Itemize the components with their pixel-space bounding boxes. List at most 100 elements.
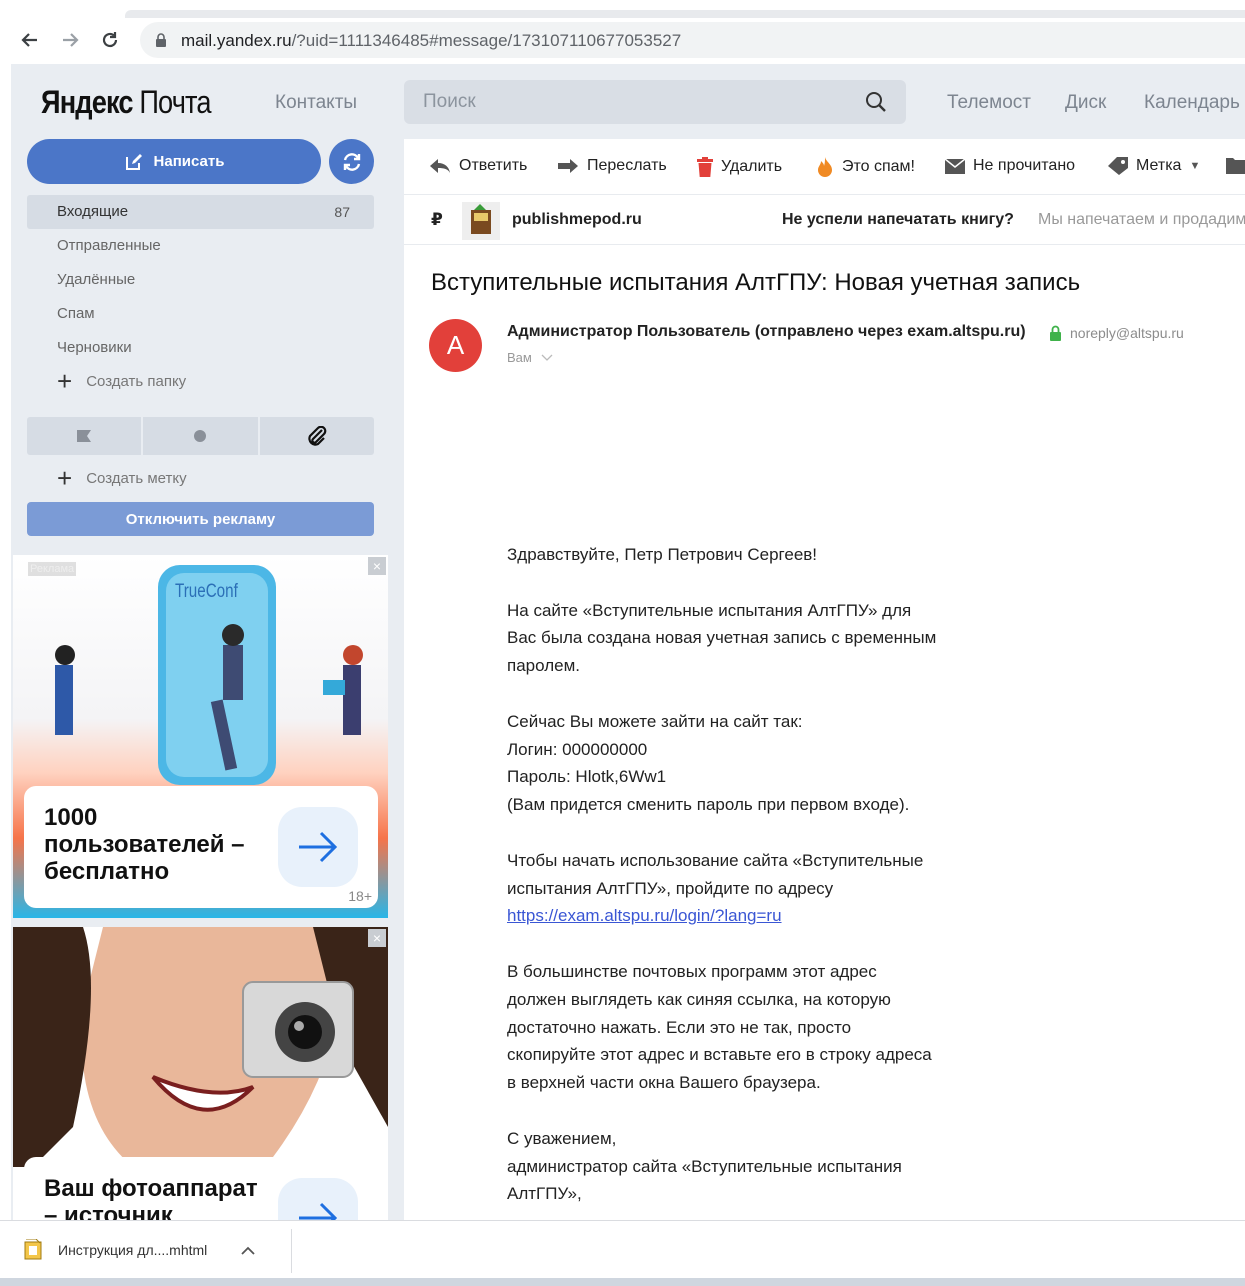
caret-down-icon: ▼ [1189, 160, 1201, 172]
compose-button[interactable]: Написать [27, 139, 321, 184]
disable-ads-button[interactable]: Отключить рекламу [27, 502, 374, 536]
mark-unread-button[interactable]: Не прочитано [945, 157, 1075, 175]
ad-close-button[interactable]: × [368, 929, 386, 947]
fire-icon [818, 157, 832, 177]
search-input[interactable] [404, 80, 859, 124]
download-bar: Инструкция дл....mhtml [0, 1220, 1245, 1286]
taskbar [0, 1278, 1245, 1286]
compose-label: Написать [153, 153, 225, 170]
login-line: Логин: 000000000 [507, 739, 648, 759]
filter-unread[interactable] [143, 417, 260, 455]
folder-spam[interactable]: Спам [27, 297, 374, 331]
sender-avatar[interactable]: A [429, 319, 482, 372]
paperclip-icon [308, 426, 327, 446]
reply-button[interactable]: Ответить [429, 157, 527, 175]
body-paragraph: В большинстве почтовых программ этот адр… [507, 961, 932, 1093]
mail-page: Яндекс Почта Контакты Телемост Диск Кале… [11, 64, 1245, 1220]
forward-button[interactable] [56, 26, 84, 54]
forward-button[interactable]: Переслать [557, 157, 667, 175]
trash-icon [697, 157, 713, 177]
ad-strip-title: Не успели напечатать книгу? [782, 211, 1014, 228]
compose-icon [125, 153, 142, 170]
book-icon [462, 202, 500, 240]
filter-bar [27, 417, 374, 455]
ad-strip-sender: publishmepod.ru [512, 211, 642, 228]
arrow-right-icon [299, 831, 338, 863]
ruble-icon: ₽ [431, 210, 443, 229]
ad-banner-camera[interactable]: × Ваш фотоаппарат – источник [13, 927, 388, 1220]
message-toolbar: Ответить Переслать Удалить Это спам! Не … [404, 139, 1245, 195]
reload-icon [102, 32, 118, 48]
body-credentials: Сейчас Вы можете зайти на сайт так: Логи… [507, 711, 910, 815]
ad-headline: 1000 пользователей – бесплатно [44, 804, 245, 885]
download-filename: Инструкция дл....mhtml [58, 1242, 208, 1258]
filter-attachments[interactable] [260, 417, 374, 455]
folder-move-button[interactable] [1226, 157, 1245, 174]
folder-deleted[interactable]: Удалённые [27, 263, 374, 297]
login-link[interactable]: https://exam.altspu.ru/login/?lang=ru [507, 906, 782, 925]
body-paragraph: На сайте «Вступительные испытания АлтГПУ… [507, 600, 937, 676]
search-box [404, 80, 906, 124]
download-item[interactable]: Инструкция дл....mhtml [24, 1239, 255, 1261]
arrow-left-icon [21, 33, 37, 47]
message-body: Здравствуйте, Петр Петрович Сергеев! На … [507, 541, 937, 1220]
forward-icon [558, 159, 578, 173]
service-calendar[interactable]: Календарь [1144, 92, 1240, 114]
filter-flagged[interactable] [27, 417, 144, 455]
service-telemost[interactable]: Телемост [947, 92, 1031, 114]
address-bar[interactable]: mail.yandex.ru/?uid=1111346485#message/1… [140, 22, 1245, 58]
refresh-icon [343, 152, 360, 171]
ad-brand: TrueConf [175, 581, 238, 602]
envelope-icon [945, 158, 965, 174]
dot-icon [194, 430, 207, 442]
sender-name[interactable]: Администратор Пользователь (отправлено ч… [507, 323, 1026, 341]
service-disk[interactable]: Диск [1065, 92, 1106, 114]
url-text: mail.yandex.ru/?uid=1111346485#message/1… [181, 31, 682, 50]
plus-icon: + [57, 366, 73, 396]
body-greeting: Здравствуйте, Петр Петрович Сергеев! [507, 545, 818, 564]
ad-photo [13, 927, 388, 1167]
body-signature: С уважением, администратор сайта «Вступи… [507, 1128, 902, 1204]
arrow-right-icon [63, 33, 79, 47]
tag-icon [1108, 157, 1128, 175]
recipient-toggle[interactable]: Вам [507, 350, 553, 365]
sender-email[interactable]: noreply@altspu.ru [1070, 325, 1184, 341]
back-button[interactable] [16, 26, 44, 54]
chevron-down-icon [542, 354, 553, 361]
spam-button[interactable]: Это спам! [816, 157, 915, 177]
ad-strip[interactable]: ₽ publishmepod.ru Не успели напечатать к… [404, 196, 1245, 245]
yandex-mail-logo[interactable]: Яндекс Почта [41, 84, 211, 121]
delete-button[interactable]: Удалить [697, 157, 782, 177]
folder-icon [1226, 158, 1245, 174]
ad-headline: Ваш фотоаппарат – источник [44, 1175, 258, 1220]
ad-strip-snippet: Мы напечатаем и продадим [1038, 211, 1245, 228]
create-folder-button[interactable]: + Создать папку [57, 366, 186, 396]
folder-drafts[interactable]: Черновики [27, 331, 374, 365]
tab-strip [125, 10, 1245, 18]
create-label-button[interactable]: + Создать метку [57, 463, 187, 493]
body-paragraph: Чтобы начать использование сайта «Вступи… [507, 850, 924, 926]
label-button[interactable]: Метка ▼ [1108, 157, 1200, 175]
refresh-button[interactable] [329, 139, 374, 184]
folder-sent[interactable]: Отправленные [27, 229, 374, 263]
ad-card[interactable]: 1000 пользователей – бесплатно 18+ [24, 786, 378, 908]
contacts-link[interactable]: Контакты [275, 92, 357, 114]
divider [291, 1229, 292, 1273]
lock-icon [156, 33, 166, 47]
folder-inbox[interactable]: Входящие 87 [27, 195, 374, 229]
ad-arrow-button[interactable] [278, 1178, 358, 1220]
ad-close-button[interactable]: × [368, 557, 386, 575]
ad-arrow-button[interactable] [278, 807, 358, 887]
arrow-right-icon [299, 1202, 338, 1220]
search-icon[interactable] [865, 91, 887, 113]
plus-icon: + [57, 463, 73, 493]
password-line: Пароль: Hlotk,6Ww1 [507, 767, 667, 787]
file-icon [24, 1239, 42, 1260]
message-view: Ответить Переслать Удалить Это спам! Не … [404, 139, 1245, 1220]
reload-button[interactable] [96, 26, 124, 54]
ad-banner-trueconf[interactable]: Реклама TrueConf × 1000 пользователей – … [13, 555, 388, 918]
ad-card[interactable]: Ваш фотоаппарат – источник [24, 1157, 378, 1220]
message-subject: Вступительные испытания АлтГПУ: Новая уч… [431, 269, 1081, 296]
flag-icon [77, 430, 92, 442]
chevron-up-icon[interactable] [241, 1246, 255, 1255]
